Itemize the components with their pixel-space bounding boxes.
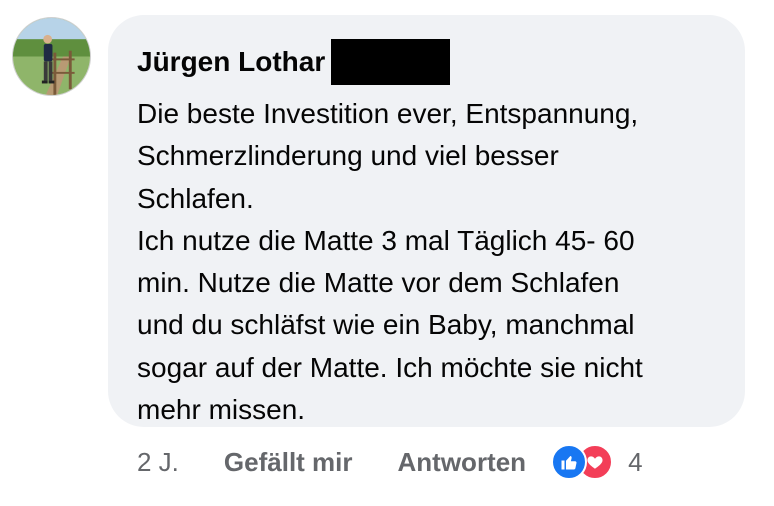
comment-text-line: und du schläfst wie ein Baby, manchmal	[137, 309, 635, 341]
reply-button[interactable]: Antworten	[398, 447, 527, 478]
comment-bubble: Jürgen Lothar Die beste Investition ever…	[108, 15, 745, 427]
avatar[interactable]	[12, 17, 91, 96]
like-icon	[551, 444, 588, 480]
like-button[interactable]: Gefällt mir	[224, 447, 353, 478]
reaction-count: 4	[628, 446, 643, 477]
comment-header: Jürgen Lothar	[137, 37, 725, 87]
timestamp[interactable]: 2 J.	[137, 447, 179, 478]
comment-text: Die beste Investition ever, Entspannung,…	[137, 93, 725, 431]
comment-text-line: min. Nutze die Matte vor dem Schlafen	[137, 267, 620, 299]
comment-actions: 2 J. Gefällt mir Antworten 4	[137, 440, 643, 484]
comment-text-line: sogar auf der Matte. Ich möchte sie nich…	[137, 351, 643, 383]
reactions-summary[interactable]: 4	[551, 444, 643, 480]
profile-photo-image	[13, 18, 90, 95]
author-name[interactable]: Jürgen Lothar	[137, 48, 325, 76]
comment-text-line: mehr missen.	[137, 394, 306, 426]
comment-text-line: Die beste Investition ever, Entspannung,	[137, 98, 639, 129]
comment-text-line: Ich nutze die Matte 3 mal Täglich 45- 60	[137, 224, 635, 256]
comment-text-line: Schlafen.	[137, 182, 254, 214]
comment-text-line: Schmerzlinderung und viel besser	[137, 140, 559, 172]
comment-container: Jürgen Lothar Die beste Investition ever…	[0, 0, 774, 506]
redaction-bar	[331, 39, 451, 85]
